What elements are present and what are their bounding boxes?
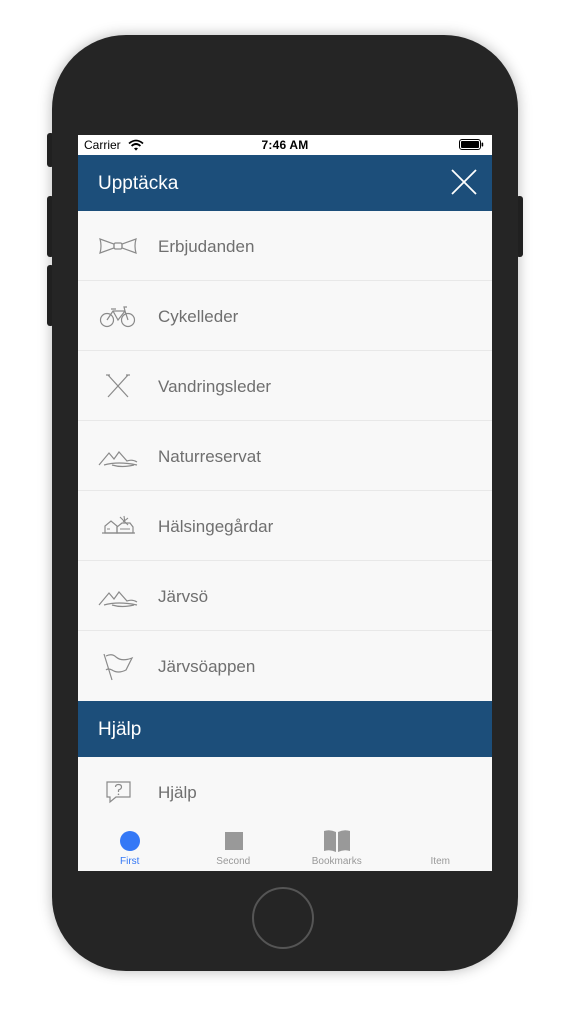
- circle-icon: [120, 831, 140, 851]
- flag-icon: [103, 653, 134, 681]
- discover-header-title: Upptäcka: [98, 173, 179, 194]
- farmhouse-icon: [102, 515, 135, 534]
- tab-label: Bookmarks: [311, 856, 362, 867]
- crossed-poles-icon: [106, 374, 130, 398]
- tab-bar: First Second Bookmarks Item: [78, 821, 492, 871]
- screen: Carrier 7:46 AM Upptäcka Erbjudanden Cyk…: [78, 135, 492, 871]
- menu-item-hjalp[interactable]: Hjälp: [78, 757, 492, 827]
- menu-item-naturreservat[interactable]: Naturreservat: [78, 421, 492, 491]
- help-header: Hjälp: [78, 701, 492, 757]
- menu-item-cykelleder[interactable]: Cykelleder: [78, 281, 492, 351]
- battery-icon: [459, 139, 484, 150]
- tab-second[interactable]: Second: [182, 821, 286, 871]
- bicycle-icon: [99, 306, 136, 328]
- menu-item-label: Järvsöappen: [158, 657, 256, 676]
- clock: 7:46 AM: [261, 138, 309, 152]
- square-icon: [224, 832, 243, 850]
- menu-item-halsingegardar[interactable]: Hälsingegårdar: [78, 491, 492, 561]
- bowtie-icon: [99, 238, 137, 254]
- menu-item-vandringsleder[interactable]: Vandringsleder: [78, 351, 492, 421]
- menu-item-label: Vandringsleder: [158, 377, 272, 396]
- menu-item-label: Hjälp: [158, 783, 197, 802]
- tab-bookmarks[interactable]: Bookmarks: [285, 821, 389, 871]
- help-header-title: Hjälp: [98, 719, 142, 740]
- menu-item-jarvso[interactable]: Järvsö: [78, 561, 492, 631]
- question-bubble-icon: [106, 781, 131, 804]
- book-icon: [324, 830, 350, 852]
- tab-label: Item: [430, 856, 450, 867]
- menu-item-label: Erbjudanden: [158, 237, 255, 256]
- mountains-icon: [98, 591, 138, 608]
- home-button[interactable]: [252, 887, 314, 949]
- tab-item[interactable]: Item: [389, 821, 493, 871]
- menu-item-label: Järvsö: [158, 587, 209, 606]
- discover-header: Upptäcka: [78, 155, 492, 211]
- tab-label: First: [120, 856, 140, 867]
- close-icon[interactable]: [450, 168, 478, 196]
- mountains-icon: [98, 451, 138, 468]
- tab-first[interactable]: First: [78, 821, 182, 871]
- menu-item-label: Hälsingegårdar: [158, 517, 274, 536]
- status-bar: Carrier 7:46 AM: [78, 135, 492, 155]
- menu-item-erbjudanden[interactable]: Erbjudanden: [78, 211, 492, 281]
- menu-item-label: Naturreservat: [158, 447, 261, 466]
- tab-label: Second: [216, 856, 251, 867]
- menu-item-jarvsoappen[interactable]: Järvsöappen: [78, 631, 492, 701]
- menu-item-label: Cykelleder: [158, 307, 239, 326]
